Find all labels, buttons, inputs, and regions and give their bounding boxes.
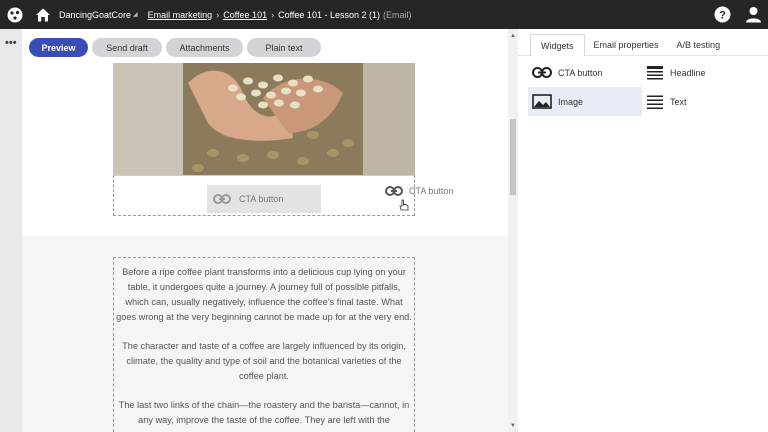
help-icon[interactable]: ? [714,6,731,23]
svg-text:?: ? [719,10,726,22]
chevron-down-icon[interactable]: ◢ [133,11,138,18]
more-icon[interactable]: ••• [5,37,17,49]
email-editor: Preview Send draft Attachments Plain tex… [22,29,508,432]
scrollbar-thumb[interactable] [510,119,516,195]
app-logo-icon[interactable] [7,7,23,23]
chevron-right-icon: › [216,9,220,20]
paragraph: The last two links of the chain—the roas… [118,400,410,425]
widget-label: CTA button [558,67,603,78]
home-icon[interactable] [35,7,51,23]
scroll-up-icon[interactable]: ▲ [510,33,516,39]
paragraph: The character and taste of a coffee are … [122,341,406,381]
breadcrumb-current: Coffee 101 - Lesson 2 (1) [278,9,380,20]
hand-cursor-icon [399,199,409,211]
top-bar: DancingGoatCore ◢ Email marketing › Coff… [0,0,768,29]
link-icon [532,67,552,78]
widget-text[interactable]: Text [642,87,756,116]
breadcrumb-coffee-101[interactable]: Coffee 101 [223,10,267,20]
widget-image[interactable]: Image [528,87,642,116]
dragged-widget-preview: CTA button [385,186,453,196]
widget-cta-button[interactable]: CTA button [528,58,642,87]
preview-button[interactable]: Preview [29,38,88,57]
widget-label: Image [558,96,584,107]
cta-placeholder-label: CTA button [239,194,284,204]
user-icon[interactable] [745,6,762,23]
item-type-label: (Email) [382,9,412,20]
headline-icon [647,65,663,79]
left-strip: ••• [0,29,22,432]
scroll-down-icon[interactable]: ▼ [510,423,516,429]
widgets-panel: Widgets Email properties A/B testing CTA… [518,29,768,432]
cta-button-placeholder[interactable]: CTA button [207,185,321,213]
text-icon [647,95,663,109]
tab-ab-testing[interactable]: A/B testing [668,34,730,56]
site-selector[interactable]: DancingGoatCore [59,10,131,20]
send-draft-button[interactable]: Send draft [92,38,162,57]
chevron-right-icon: › [271,9,275,20]
plain-text-button[interactable]: Plain text [247,38,321,57]
tab-email-properties[interactable]: Email properties [585,34,668,56]
attachments-button[interactable]: Attachments [166,38,243,57]
panel-tabs: Widgets Email properties A/B testing [518,34,768,56]
tab-widgets[interactable]: Widgets [530,34,585,56]
editor-toolbar: Preview Send draft Attachments Plain tex… [29,38,321,57]
cta-widget-zone[interactable]: CTA button [113,175,415,216]
widget-headline[interactable]: Headline [642,58,756,87]
text-widget[interactable]: Before a ripe coffee plant transforms in… [113,257,415,432]
editor-scrollbar[interactable]: ▲ ▼ [508,29,518,432]
widget-label: Text [670,96,687,107]
coffee-beans-image [113,63,415,175]
widget-label: Headline [670,67,706,78]
link-icon [385,186,403,196]
breadcrumb-email-marketing[interactable]: Email marketing [148,10,213,20]
drag-ghost-label: CTA button [409,186,454,196]
topbar-actions: ? [714,6,762,23]
image-icon [532,94,552,109]
link-icon [213,194,231,204]
paragraph: Before a ripe coffee plant transforms in… [116,267,412,322]
